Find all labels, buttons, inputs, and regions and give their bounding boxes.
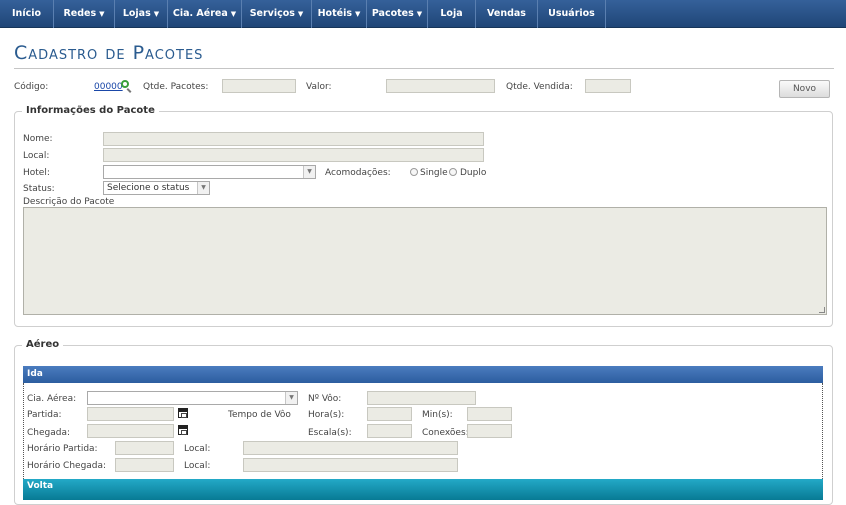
resize-grip-icon[interactable] xyxy=(819,307,825,313)
horario-chegada-field[interactable] xyxy=(115,458,174,472)
hotel-select[interactable]: ▼ xyxy=(103,165,316,179)
horario-chegada-label: Horário Chegada: xyxy=(27,461,107,471)
nav-label: Início xyxy=(12,8,41,19)
title-divider xyxy=(14,68,834,69)
caret-down-icon: ▼ xyxy=(354,10,361,18)
qtde-pacotes-label: Qtde. Pacotes: xyxy=(143,82,209,92)
local-partida-field[interactable] xyxy=(243,441,458,455)
caret-down-icon: ▼ xyxy=(416,10,423,18)
local-label: Local: xyxy=(23,151,50,161)
volta-header: Volta xyxy=(23,479,823,500)
search-icon[interactable] xyxy=(121,80,129,88)
nav-label: Vendas xyxy=(487,8,526,19)
chevron-down-icon: ▼ xyxy=(303,166,315,178)
ida-header: Ida xyxy=(23,366,823,383)
horas-field[interactable] xyxy=(367,407,412,421)
nav-label: Cia. Aérea xyxy=(172,8,228,19)
calendar-icon[interactable] xyxy=(178,425,188,435)
single-radio[interactable] xyxy=(410,168,418,176)
escalas-label: Escala(s): xyxy=(308,428,352,438)
horario-partida-field[interactable] xyxy=(115,441,174,455)
aereo-legend: Aéreo xyxy=(22,339,64,350)
mins-field[interactable] xyxy=(467,407,512,421)
local-chegada-field[interactable] xyxy=(243,458,458,472)
mins-label: Min(s): xyxy=(422,410,453,420)
descricao-label: Descrição do Pacote xyxy=(23,197,115,207)
codigo-link[interactable]: 00000 xyxy=(94,82,123,92)
qtde-vendida-label: Qtde. Vendida: xyxy=(506,82,573,92)
nav-item-lojas[interactable]: Lojas ▼ xyxy=(115,0,168,28)
valor-field[interactable] xyxy=(386,79,495,93)
chegada-label: Chegada: xyxy=(27,428,71,438)
nome-field[interactable] xyxy=(103,132,484,146)
local-chegada-label: Local: xyxy=(184,461,211,471)
caret-down-icon: ▼ xyxy=(297,10,304,18)
conexoes-field[interactable] xyxy=(467,424,512,438)
horas-label: Hora(s): xyxy=(308,410,345,420)
info-legend: Informações do Pacote xyxy=(22,105,159,116)
horario-partida-label: Horário Partida: xyxy=(27,444,98,454)
nav-item-cia-aerea[interactable]: Cia. Aérea ▼ xyxy=(168,0,242,28)
descricao-textarea[interactable] xyxy=(23,207,827,315)
partida-label: Partida: xyxy=(27,410,62,420)
duplo-radio[interactable] xyxy=(449,168,457,176)
nav-item-inicio[interactable]: Início xyxy=(0,0,54,28)
qtde-vendida-field[interactable] xyxy=(585,79,631,93)
novo-button[interactable]: Novo xyxy=(779,80,830,98)
calendar-icon[interactable] xyxy=(178,408,188,418)
duplo-label: Duplo xyxy=(460,168,487,178)
top-navigation: Início Redes ▼ Lojas ▼ Cia. Aérea ▼ Serviço… xyxy=(0,0,846,28)
local-field[interactable] xyxy=(103,148,484,162)
local-partida-label: Local: xyxy=(184,444,211,454)
nav-item-vendas[interactable]: Vendas xyxy=(476,0,538,28)
status-select[interactable]: Selecione o status ▼ xyxy=(103,181,210,195)
nav-item-redes[interactable]: Redes ▼ xyxy=(54,0,115,28)
chevron-down-icon: ▼ xyxy=(197,182,209,194)
partida-field[interactable] xyxy=(87,407,174,421)
nav-label: Lojas xyxy=(122,8,151,19)
valor-label: Valor: xyxy=(306,82,332,92)
nav-item-servicos[interactable]: Serviços ▼ xyxy=(242,0,312,28)
nav-item-hoteis[interactable]: Hotéis ▼ xyxy=(312,0,367,28)
nav-label: Serviços xyxy=(249,8,295,19)
nav-label: Usuários xyxy=(548,8,595,19)
nav-item-loja[interactable]: Loja xyxy=(428,0,476,28)
hotel-label: Hotel: xyxy=(23,168,50,178)
qtde-pacotes-field[interactable] xyxy=(222,79,296,93)
nav-label: Pacotes xyxy=(371,8,414,19)
cia-aerea-label: Cia. Aérea: xyxy=(27,394,77,404)
nav-label: Loja xyxy=(440,8,463,19)
n-voo-label: Nº Vôo: xyxy=(308,394,342,404)
n-voo-field[interactable] xyxy=(367,391,476,405)
chevron-down-icon: ▼ xyxy=(285,392,297,404)
status-selected-value: Selecione o status xyxy=(107,183,190,193)
acomodacoes-label: Acomodações: xyxy=(325,168,391,178)
conexoes-label: Conexões: xyxy=(422,428,469,438)
page-title: Cadastro de Pacotes xyxy=(14,42,204,64)
nav-label: Hotéis xyxy=(317,8,352,19)
cia-aerea-select[interactable]: ▼ xyxy=(87,391,298,405)
nav-item-usuarios[interactable]: Usuários xyxy=(538,0,606,28)
caret-down-icon: ▼ xyxy=(230,10,237,18)
single-label: Single xyxy=(420,168,448,178)
caret-down-icon: ▼ xyxy=(153,10,160,18)
tempo-voo-label: Tempo de Vôo xyxy=(228,410,291,420)
escalas-field[interactable] xyxy=(367,424,412,438)
nav-label: Redes xyxy=(63,8,97,19)
nav-item-pacotes[interactable]: Pacotes ▼ xyxy=(367,0,428,28)
codigo-label: Código: xyxy=(14,82,49,92)
status-label: Status: xyxy=(23,184,55,194)
chegada-field[interactable] xyxy=(87,424,174,438)
caret-down-icon: ▼ xyxy=(99,10,105,18)
nome-label: Nome: xyxy=(23,134,53,144)
